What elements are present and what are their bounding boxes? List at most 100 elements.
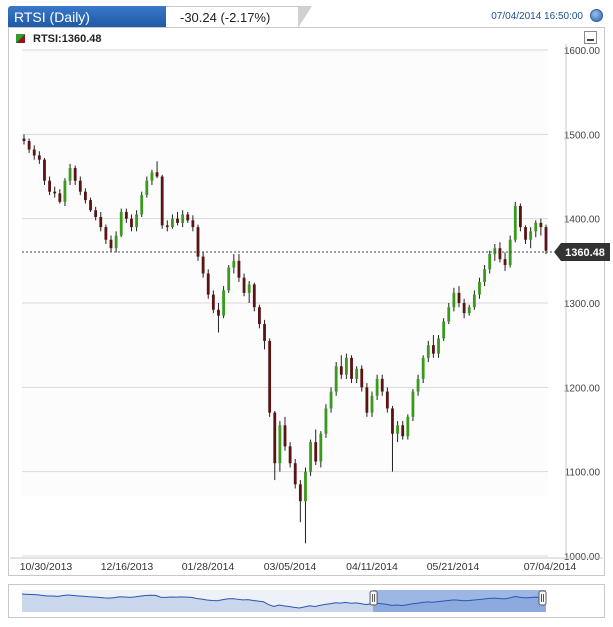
candle-body (385, 391, 389, 409)
candle-body (22, 138, 26, 142)
candle-body (498, 248, 502, 260)
candle-body (319, 433, 323, 462)
candle-body (421, 357, 425, 379)
candle-body (278, 425, 282, 464)
candle-body (544, 227, 548, 251)
candle-body (84, 191, 87, 201)
candle-body (411, 391, 415, 417)
candle-body (242, 277, 246, 293)
candle-body (273, 412, 277, 464)
candle-body (211, 294, 215, 310)
candle-body (447, 307, 451, 322)
candle (298, 480, 302, 523)
candle-body (99, 216, 103, 228)
candle (406, 414, 410, 440)
candle (206, 269, 210, 299)
navigator-panel[interactable] (8, 584, 605, 618)
candle-body (237, 260, 241, 278)
candle-body (467, 307, 471, 314)
candle-body (268, 340, 272, 413)
candle-body (43, 159, 46, 181)
candle-body (355, 368, 359, 379)
candle-body (124, 211, 128, 219)
x-tick-label: 05/21/2014 (427, 561, 480, 573)
candle (411, 389, 415, 422)
candle-body (145, 180, 149, 196)
candle-body (432, 345, 435, 354)
candle-body (324, 408, 328, 434)
candle-body (27, 141, 31, 150)
price-chart: 1600.00 1500.00 1400.00 1300.00 1200.00 1100.… (10, 44, 610, 573)
candle-body (416, 378, 420, 392)
candle-body (401, 425, 405, 437)
candle (196, 224, 200, 261)
y-tick-label: 1600.00 (564, 46, 601, 57)
candle-body (293, 463, 297, 485)
candle (160, 174, 164, 229)
candle-body (534, 222, 538, 232)
candle-body (513, 206, 517, 240)
y-tick-label: 1400.00 (564, 215, 601, 226)
candle (140, 191, 144, 217)
candle-body (171, 218, 174, 228)
candle-body (298, 484, 302, 502)
candle-body (345, 357, 348, 375)
candle-body (73, 168, 77, 181)
candle-body (478, 281, 481, 295)
candle-body (426, 345, 430, 358)
candle-body (375, 378, 379, 396)
candle-body (135, 214, 138, 228)
x-tick-label: 07/04/2014 (524, 561, 577, 573)
candle (304, 467, 307, 544)
candle-body (437, 338, 440, 354)
candle-body (186, 214, 190, 221)
candle-body (181, 214, 185, 223)
candle-body (63, 180, 67, 202)
candle-body (32, 149, 36, 156)
x-tick-label: 03/05/2014 (264, 561, 317, 573)
candle-body (263, 324, 266, 341)
last-value-label: 1360.48 (565, 247, 605, 259)
candle-body (222, 290, 225, 316)
candle-body (370, 395, 374, 413)
y-tick-label: 1500.00 (564, 130, 601, 141)
candle-body (488, 254, 492, 270)
candle-body (53, 191, 57, 194)
candle-body (380, 378, 384, 392)
x-tick-label: 10/30/2013 (20, 561, 73, 573)
candle-body (58, 193, 62, 202)
candle-body (529, 231, 533, 240)
candle-body (109, 239, 113, 249)
candle-body (252, 284, 256, 308)
candle-body (130, 218, 133, 228)
candle-body (396, 425, 399, 434)
candle-body (89, 200, 92, 211)
candle (252, 282, 256, 312)
candle-body (314, 442, 318, 462)
candle (222, 286, 225, 319)
candle-body (462, 303, 466, 314)
candle-body (503, 259, 507, 266)
candle (513, 201, 517, 243)
candle-body (309, 442, 312, 472)
candle-body (472, 294, 476, 308)
y-tick-label: 1100.00 (565, 468, 601, 479)
candle-body (94, 210, 98, 217)
candle-body (206, 273, 210, 295)
y-tick-label: 1300.00 (564, 299, 601, 310)
candle-body (160, 176, 164, 226)
candle (119, 208, 123, 238)
y-tick-label: 1200.00 (564, 383, 601, 394)
candle-body (493, 248, 497, 255)
candle-body (217, 309, 220, 316)
candle (544, 224, 548, 255)
x-tick-label: 12/16/2013 (101, 561, 154, 573)
candle (227, 265, 231, 293)
candle-body (114, 235, 118, 249)
candle-body (339, 366, 343, 375)
candle-body (165, 225, 169, 228)
candle-body (68, 168, 72, 181)
candle-body (48, 180, 51, 192)
x-tick-label: 04/11/2014 (346, 561, 398, 573)
candle-body (539, 222, 543, 228)
